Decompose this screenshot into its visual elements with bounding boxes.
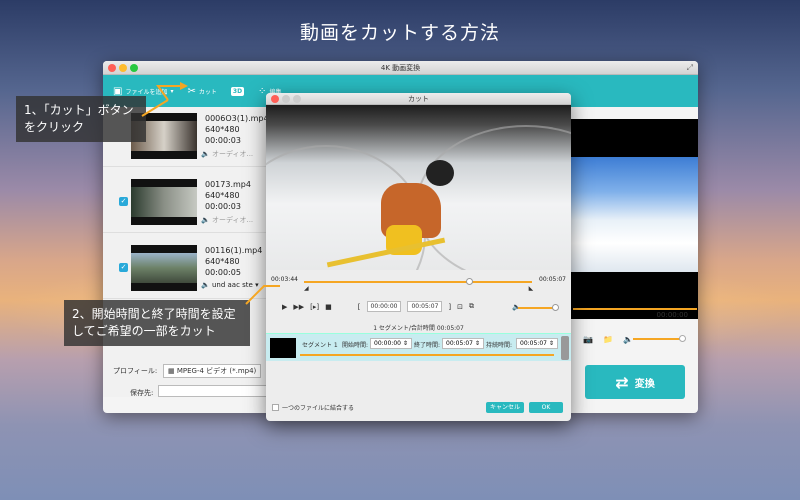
- video-thumbnail: [131, 179, 197, 225]
- file-details: 0006O3(1).mp4 640*480 00:00:03: [205, 113, 269, 146]
- cancel-button[interactable]: キャンセル: [486, 402, 524, 413]
- profile-select[interactable]: ▦ MPEG-4 ビデオ (*.mp4): [163, 364, 262, 378]
- segment-start-input[interactable]: 00:00:00 ⇕: [370, 338, 412, 349]
- file-details: 00116(1).mp4 640*480 00:00:05: [205, 245, 262, 278]
- 3d-button[interactable]: 3D: [230, 86, 245, 96]
- convert-button[interactable]: ⇄ 変換: [585, 365, 685, 399]
- stop-icon[interactable]: ■: [325, 303, 332, 311]
- page-headline: 動画をカットする方法: [299, 22, 500, 44]
- dialog-volume-slider[interactable]: [518, 307, 556, 309]
- file-duration: 00:00:03: [205, 202, 241, 211]
- window-title: 4K 動画変換: [380, 64, 421, 72]
- callout-arrow-icon: [141, 82, 188, 117]
- segment-range-bar: [300, 354, 554, 356]
- cut-video-frame: [266, 105, 571, 270]
- file-checkbox[interactable]: ✓: [119, 197, 128, 206]
- segment-row[interactable]: セグメント 1 開始時間: 00:00:00 ⇕ 終了時間: 00:05:07 …: [266, 333, 571, 361]
- preview-tools: 📷 📁 🔈: [583, 335, 633, 344]
- snow-track: [416, 125, 571, 270]
- add-file-icon: ▣: [113, 85, 123, 97]
- profile-label: プロフィール:: [113, 367, 158, 375]
- end-time-input[interactable]: 00:05:07: [407, 301, 443, 312]
- segment-thumbnail: [270, 338, 296, 358]
- dialog-zoom-button[interactable]: [293, 95, 301, 103]
- step-icon[interactable]: [▸]: [310, 303, 319, 311]
- dialog-window-controls: [271, 95, 301, 103]
- file-duration: 00:00:03: [205, 136, 241, 145]
- preview-frame: [571, 157, 698, 272]
- minimize-button[interactable]: [119, 64, 127, 72]
- crop-icon[interactable]: ⊡: [457, 303, 463, 311]
- cut-label: カット: [198, 88, 217, 96]
- save-path-input[interactable]: [158, 385, 268, 397]
- cut-timeline[interactable]: [304, 281, 532, 283]
- merge-option[interactable]: 一つのファイルに結合する: [272, 403, 354, 412]
- audio-track-select[interactable]: 🔈 オーディオ...: [201, 149, 253, 159]
- video-thumbnail: [131, 245, 197, 291]
- segment-end-label: 終了時間:: [414, 342, 441, 349]
- start-time-input[interactable]: 00:00:00: [366, 301, 402, 312]
- file-checkbox[interactable]: ✓: [119, 263, 128, 272]
- segment-start-label: 開始時間:: [342, 342, 369, 349]
- folder-icon[interactable]: 📁: [603, 335, 613, 344]
- split-icon[interactable]: ⧉: [469, 302, 474, 311]
- preview-volume-slider[interactable]: [633, 338, 683, 340]
- trim-markers[interactable]: ◢ ◣: [304, 285, 533, 292]
- segment-summary: 1 セグメント/合計時間 00:05:07: [373, 325, 464, 332]
- segment-scrollbar[interactable]: [561, 336, 569, 360]
- file-duration: 00:00:05: [205, 268, 241, 277]
- save-label: 保存先:: [130, 389, 154, 397]
- total-time: 00:05:07: [539, 276, 566, 283]
- dialog-volume-knob[interactable]: [552, 304, 559, 311]
- cut-dialog-title: カット: [408, 95, 429, 103]
- file-list: 0006O3(1).mp4 640*480 00:00:03 🔈 オーディオ..…: [103, 107, 269, 397]
- preview-timeline[interactable]: [573, 308, 697, 310]
- list-item[interactable]: ✓ 00173.mp4 640*480 00:00:03 🔈 オーディオ...: [103, 173, 268, 233]
- fast-forward-icon[interactable]: ▶▶: [293, 303, 304, 311]
- callout-step2: 2、開始時間と終了時間を設定してご希望の一部をカット: [64, 300, 250, 346]
- preview-player: [571, 119, 698, 319]
- file-name: 0006O3(1).mp4: [205, 114, 269, 123]
- main-titlebar: 4K 動画変換 ⤢: [103, 61, 698, 75]
- volume-icon[interactable]: 🔈: [623, 335, 633, 344]
- callout-step1: 1、「カット」ボタンをクリック: [16, 96, 146, 142]
- preview-volume-knob[interactable]: [679, 335, 686, 342]
- segment-duration-label: 持続時間:: [486, 342, 513, 349]
- callout-arrow-icon: [245, 285, 280, 305]
- audio-track-select[interactable]: 🔈 オーディオ...: [201, 215, 253, 225]
- playback-controls: ▶ ▶▶ [▸] ■ [ 00:00:00 00:05:07 ] ⊡ ⧉ 🔈: [282, 301, 521, 312]
- file-name: 00173.mp4: [205, 180, 251, 189]
- file-resolution: 640*480: [205, 191, 240, 200]
- window-controls: [108, 64, 138, 72]
- merge-checkbox[interactable]: [272, 404, 279, 411]
- convert-label: 変換: [634, 378, 655, 390]
- playhead-handle[interactable]: [466, 278, 473, 285]
- file-name: 00116(1).mp4: [205, 246, 263, 255]
- file-resolution: 640*480: [205, 257, 240, 266]
- segment-duration-input[interactable]: 00:05:07 ⇕: [516, 338, 558, 349]
- 3d-badge: 3D: [230, 86, 245, 96]
- set-start-icon[interactable]: [: [358, 303, 361, 311]
- zoom-button[interactable]: [130, 64, 138, 72]
- file-details: 00173.mp4 640*480 00:00:03: [205, 179, 251, 212]
- dialog-close-button[interactable]: [271, 95, 279, 103]
- segment-end-input[interactable]: 00:05:07 ⇕: [442, 338, 484, 349]
- file-resolution: 640*480: [205, 125, 240, 134]
- fullscreen-icon[interactable]: ⤢: [687, 61, 693, 75]
- merge-label: 一つのファイルに結合する: [282, 405, 355, 412]
- set-end-icon[interactable]: ]: [448, 303, 451, 311]
- cut-dialog: カット 00:03:44 00:05:07 ◢ ◣ ▶ ▶▶ [▸] ■ [ 00…: [266, 93, 571, 421]
- skier-figure: [426, 160, 454, 186]
- ok-button[interactable]: OK: [529, 402, 563, 413]
- cut-dialog-titlebar: カット: [266, 93, 571, 105]
- segment-name: セグメント 1: [302, 342, 338, 349]
- convert-icon: ⇄: [615, 372, 629, 392]
- dialog-minimize-button[interactable]: [282, 95, 290, 103]
- snapshot-icon[interactable]: 📷: [583, 335, 593, 344]
- close-button[interactable]: [108, 64, 116, 72]
- preview-time: 00:00:00: [656, 311, 688, 319]
